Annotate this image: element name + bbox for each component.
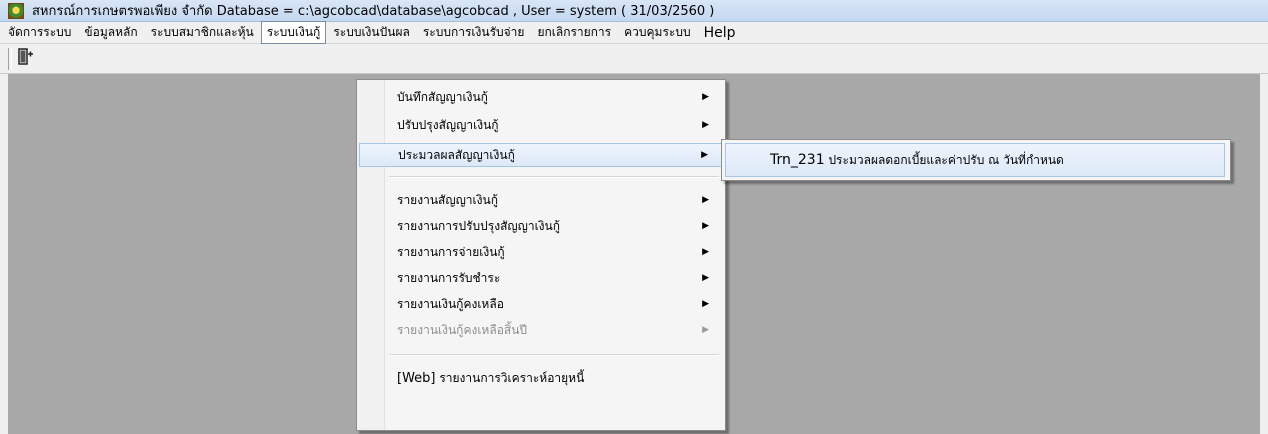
menu-dividend-system[interactable]: ระบบเงินปันผล xyxy=(327,21,416,44)
web-prefix: [Web] xyxy=(397,371,436,386)
menu-item-process-loan-contract[interactable]: ประมวลผลสัญญาเงินกู้ ▶ xyxy=(359,143,723,167)
coop-logo-icon xyxy=(8,2,24,19)
menu-item-label: บันทึกสัญญาเงินกู้ xyxy=(397,90,488,104)
menu-loan-system[interactable]: ระบบเงินกู้ xyxy=(260,21,327,44)
menu-cancel-transactions[interactable]: ยกเลิกรายการ xyxy=(531,21,617,44)
menu-item-loan-contract-report[interactable]: รายงานสัญญาเงินกู้ ▶ xyxy=(359,188,723,212)
menu-item-label: ประมวลผลสัญญาเงินกู้ xyxy=(398,148,515,162)
menu-help[interactable]: Help xyxy=(698,23,742,43)
toolbar xyxy=(0,44,1268,74)
menu-item-label: รายงานการรับชำระ xyxy=(397,271,501,285)
menu-item-label: รายงานการจ่ายเงินกู้ xyxy=(397,245,505,259)
submenu-item-label: ประมวลผลดอกเบี้ยและค่าปรับ ณ วันที่กำหนด xyxy=(828,153,1064,167)
submenu-arrow-icon: ▶ xyxy=(702,92,709,102)
submenu-arrow-icon: ▶ xyxy=(702,325,709,335)
menu-item-repayment-report[interactable]: รายงานการรับชำระ ▶ xyxy=(359,266,723,290)
menu-master-data[interactable]: ข้อมูลหลัก xyxy=(78,21,143,44)
menu-separator xyxy=(389,354,719,356)
menu-item-loan-disbursement-report[interactable]: รายงานการจ่ายเงินกู้ ▶ xyxy=(359,240,723,264)
submenu-item-trn-231[interactable]: Trn_231 ประมวลผลดอกเบี้ยและค่าปรับ ณ วัน… xyxy=(725,143,1225,177)
menu-item-record-loan-contract[interactable]: บันทึกสัญญาเงินกู้ ▶ xyxy=(359,85,723,109)
submenu-arrow-icon: ▶ xyxy=(702,221,709,231)
menu-cash-receipts-payments[interactable]: ระบบการเงินรับจ่าย xyxy=(417,21,531,44)
frame-border-right xyxy=(1260,74,1268,434)
submenu-arrow-icon: ▶ xyxy=(702,299,709,309)
submenu-item-code: Trn_231 xyxy=(770,152,825,168)
menu-system-management[interactable]: จัดการระบบ xyxy=(2,21,77,44)
exit-door-icon[interactable] xyxy=(14,48,36,70)
submenu-arrow-icon: ▶ xyxy=(702,120,709,130)
menu-item-contract-adjustment-report[interactable]: รายงานการปรับปรุงสัญญาเงินกู้ ▶ xyxy=(359,214,723,238)
menu-item-adjust-loan-contract[interactable]: ปรับปรุงสัญญาเงินกู้ ▶ xyxy=(359,113,723,137)
menu-item-web-debt-aging-report[interactable]: [Web] รายงานการวิเคราะห์อายุหนี้ xyxy=(359,366,723,390)
process-loan-submenu: Trn_231 ประมวลผลดอกเบี้ยและค่าปรับ ณ วัน… xyxy=(721,139,1231,181)
menu-bar: จัดการระบบ ข้อมูลหลัก ระบบสมาชิกและหุ้น … xyxy=(0,21,1268,44)
submenu-arrow-icon: ▶ xyxy=(701,150,708,160)
menu-system-control[interactable]: ควบคุมระบบ xyxy=(618,21,696,44)
toolbar-grip[interactable] xyxy=(8,48,12,70)
menu-item-outstanding-loan-report[interactable]: รายงานเงินกู้คงเหลือ ▶ xyxy=(359,292,723,316)
menu-item-label: รายงานการปรับปรุงสัญญาเงินกู้ xyxy=(397,219,561,233)
submenu-arrow-icon: ▶ xyxy=(702,247,709,257)
menu-item-label: รายงานเงินกู้คงเหลือสิ้นปี xyxy=(397,323,528,337)
submenu-arrow-icon: ▶ xyxy=(702,273,709,283)
menu-item-label: รายงานการวิเคราะห์อายุหนี้ xyxy=(439,371,585,385)
window-title: สหกรณ์การเกษตรพอเพียง จำกัด Database = c… xyxy=(32,4,715,19)
menu-item-label: ปรับปรุงสัญญาเงินกู้ xyxy=(397,118,499,132)
menu-item-label: รายงานเงินกู้คงเหลือ xyxy=(397,297,504,311)
menu-members-shares[interactable]: ระบบสมาชิกและหุ้น xyxy=(145,21,260,44)
loan-system-dropdown: บันทึกสัญญาเงินกู้ ▶ ปรับปรุงสัญญาเงินกู… xyxy=(356,79,726,431)
menu-separator xyxy=(389,176,719,178)
menu-item-label: รายงานสัญญาเงินกู้ xyxy=(397,193,498,207)
menu-item-year-end-outstanding-report: รายงานเงินกู้คงเหลือสิ้นปี ▶ xyxy=(359,318,723,342)
title-bar: สหกรณ์การเกษตรพอเพียง จำกัด Database = c… xyxy=(0,0,1268,22)
submenu-arrow-icon: ▶ xyxy=(702,195,709,205)
frame-border-left xyxy=(0,74,8,434)
